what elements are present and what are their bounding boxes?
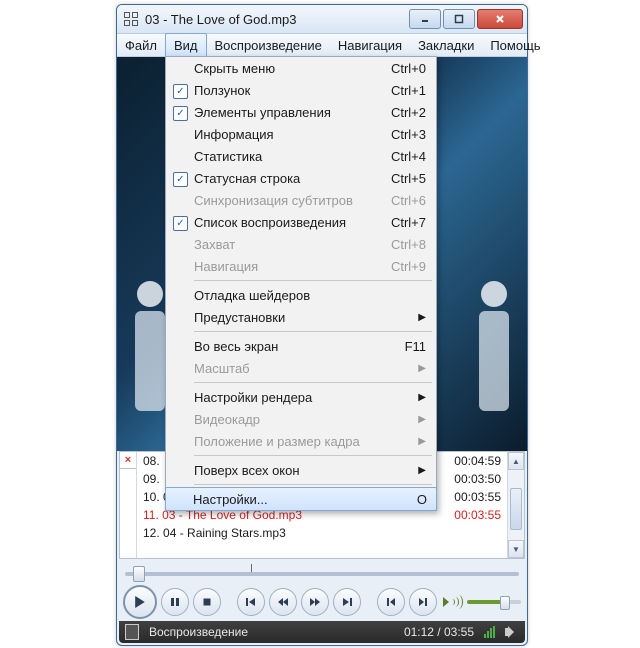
statusbar: Воспроизведение 01:12 / 03:55 — [119, 621, 525, 643]
status-time: 01:12 / 03:55 — [404, 625, 474, 639]
scroll-up-button[interactable]: ▲ — [508, 452, 524, 470]
rewind-button[interactable] — [269, 588, 297, 616]
stop-button[interactable] — [193, 588, 221, 616]
chevron-right-icon: ▶ — [418, 392, 426, 403]
menu-presets[interactable]: Предустановки▶ — [166, 306, 436, 328]
scroll-down-button[interactable]: ▼ — [508, 540, 524, 558]
pause-button[interactable] — [161, 588, 189, 616]
playlist-title: 08. — [143, 454, 160, 468]
chevron-right-icon: ▶ — [418, 436, 426, 447]
volume-icon[interactable] — [443, 593, 461, 611]
menu-ontop[interactable]: Поверх всех окон▶ — [166, 459, 436, 481]
seek-thumb[interactable] — [133, 566, 145, 582]
menu-renderer-settings[interactable]: Настройки рендера▶ — [166, 386, 436, 408]
menu-seekbar[interactable]: ✓ПолзунокCtrl+1 — [166, 79, 436, 101]
scroll-thumb[interactable] — [510, 488, 522, 530]
signal-icon — [484, 626, 495, 638]
menu-playlist[interactable]: ✓Список воспроизведенияCtrl+7 — [166, 211, 436, 233]
menu-separator — [194, 455, 432, 456]
seek-tick — [251, 564, 252, 572]
menu-view[interactable]: Вид — [165, 33, 207, 56]
close-button[interactable] — [477, 9, 523, 29]
next-track-button[interactable] — [333, 588, 361, 616]
menu-separator — [194, 382, 432, 383]
menu-nav-bar: НавигацияCtrl+9 — [166, 255, 436, 277]
playlist-title: 12. 04 - Raining Stars.mp3 — [143, 526, 286, 540]
menu-options[interactable]: Настройки...O — [165, 487, 437, 511]
chevron-right-icon: ▶ — [418, 465, 426, 476]
menu-separator — [194, 280, 432, 281]
playlist-scrollbar[interactable]: ▲ ▼ — [507, 452, 524, 558]
playback-controls — [123, 585, 521, 619]
window-buttons — [409, 9, 523, 29]
check-icon: ✓ — [173, 106, 188, 121]
menubar: Файл Вид Воспроизведение Навигация Закла… — [117, 34, 527, 57]
document-icon — [125, 624, 139, 640]
album-art-figure — [471, 281, 517, 431]
play-button[interactable] — [123, 585, 157, 619]
titlebar: 03 - The Love of God.mp3 — [117, 5, 527, 34]
chevron-right-icon: ▶ — [418, 414, 426, 425]
playlist-row[interactable]: 12. 04 - Raining Stars.mp3 — [137, 524, 507, 542]
app-icon — [123, 11, 139, 27]
playlist-close-button[interactable]: × — [119, 451, 137, 469]
chevron-right-icon: ▶ — [418, 312, 426, 323]
fast-forward-button[interactable] — [301, 588, 329, 616]
view-menu-dropdown: Скрыть менюCtrl+0 ✓ПолзунокCtrl+1 ✓Элеме… — [165, 56, 437, 511]
menu-bookmarks[interactable]: Закладки — [410, 34, 482, 56]
seek-bar[interactable] — [125, 561, 519, 583]
chevron-right-icon: ▶ — [418, 363, 426, 374]
minimize-button[interactable] — [409, 9, 441, 29]
window-title: 03 - The Love of God.mp3 — [145, 12, 403, 27]
menu-separator — [194, 484, 432, 485]
menu-file[interactable]: Файл — [117, 34, 165, 56]
menu-hide-menu[interactable]: Скрыть менюCtrl+0 — [166, 57, 436, 79]
step-forward-button[interactable] — [409, 588, 437, 616]
speaker-icon[interactable] — [505, 626, 519, 638]
menu-capture: ЗахватCtrl+8 — [166, 233, 436, 255]
menu-information[interactable]: ИнформацияCtrl+3 — [166, 123, 436, 145]
menu-zoom: Масштаб▶ — [166, 357, 436, 379]
playlist-duration: 00:04:59 — [454, 454, 501, 468]
playlist-duration: 00:03:55 — [454, 490, 501, 504]
menu-playback[interactable]: Воспроизведение — [207, 34, 330, 56]
status-text: Воспроизведение — [149, 625, 248, 639]
menu-separator — [194, 331, 432, 332]
menu-pan-scan: Положение и размер кадра▶ — [166, 430, 436, 452]
menu-navigation[interactable]: Навигация — [330, 34, 410, 56]
menu-help[interactable]: Помощь — [482, 34, 548, 56]
menu-fullscreen[interactable]: Во весь экранF11 — [166, 335, 436, 357]
check-icon: ✓ — [173, 172, 188, 187]
volume-slider[interactable] — [467, 600, 521, 604]
menu-statistics[interactable]: СтатистикаCtrl+4 — [166, 145, 436, 167]
playlist-duration: 00:03:55 — [454, 508, 501, 522]
playlist-duration: 00:03:50 — [454, 472, 501, 486]
menu-subtitle-sync: Синхронизация субтитровCtrl+6 — [166, 189, 436, 211]
volume-thumb[interactable] — [500, 596, 510, 610]
check-icon: ✓ — [173, 84, 188, 99]
maximize-button[interactable] — [443, 9, 475, 29]
seek-track — [125, 572, 519, 576]
menu-controls[interactable]: ✓Элементы управленияCtrl+2 — [166, 101, 436, 123]
check-icon: ✓ — [173, 216, 188, 231]
step-back-button[interactable] — [377, 588, 405, 616]
prev-track-button[interactable] — [237, 588, 265, 616]
menu-videoframe: Видеокадр▶ — [166, 408, 436, 430]
playlist-title: 09. — [143, 472, 160, 486]
app-window: 03 - The Love of God.mp3 Файл Вид Воспро… — [116, 4, 528, 646]
menu-statusbar[interactable]: ✓Статусная строкаCtrl+5 — [166, 167, 436, 189]
menu-shader-debug[interactable]: Отладка шейдеров — [166, 284, 436, 306]
